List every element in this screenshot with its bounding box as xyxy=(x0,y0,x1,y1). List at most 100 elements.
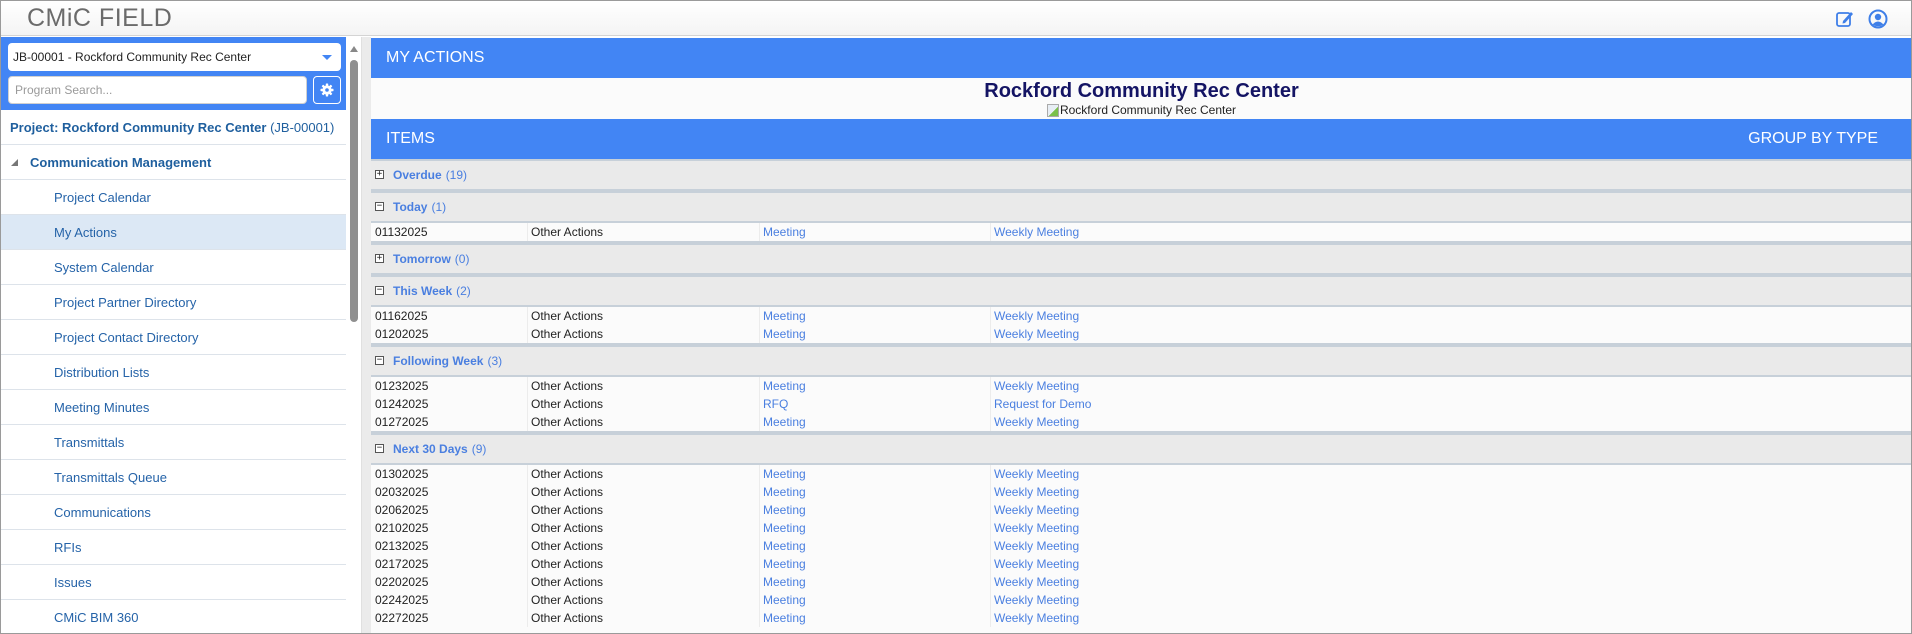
collapse-icon[interactable]: − xyxy=(375,356,384,365)
item-type-link[interactable]: Meeting xyxy=(759,325,991,343)
edit-note-icon[interactable] xyxy=(1835,9,1855,29)
group-label[interactable]: Overdue (19) xyxy=(393,161,467,189)
sidebar-item-my-actions[interactable]: My Actions xyxy=(1,215,346,250)
group-header-next-30-days[interactable]: − Next 30 Days (9) xyxy=(371,431,1911,463)
collapse-icon[interactable]: − xyxy=(375,202,384,211)
program-search-input[interactable] xyxy=(8,76,307,104)
scroll-up-arrow-icon[interactable] xyxy=(350,46,358,52)
group-header-following-week[interactable]: − Following Week (3) xyxy=(371,343,1911,375)
item-type-link[interactable]: Meeting xyxy=(759,519,991,537)
panel-splitter[interactable] xyxy=(361,37,371,633)
item-type-link[interactable]: Meeting xyxy=(759,377,991,395)
collapse-icon[interactable]: − xyxy=(375,444,384,453)
sidebar-item-project-partner-directory[interactable]: Project Partner Directory xyxy=(1,285,346,320)
due-date-cell: 02032025 xyxy=(375,485,429,499)
sidebar-item-project-contact-directory[interactable]: Project Contact Directory xyxy=(1,320,346,355)
item-type-link[interactable]: Meeting xyxy=(759,223,991,241)
expanded-triangle-icon xyxy=(11,159,18,166)
action-type-cell: Other Actions xyxy=(527,555,759,573)
sidebar-item-transmittals[interactable]: Transmittals xyxy=(1,425,346,460)
group-label-text: Next 30 Days xyxy=(393,442,468,456)
item-title-link[interactable]: Weekly Meeting xyxy=(990,223,1390,241)
search-settings-button[interactable] xyxy=(313,76,341,104)
sidebar-scrollbar[interactable] xyxy=(347,37,361,633)
item-title-link[interactable]: Weekly Meeting xyxy=(990,483,1390,501)
sidebar-item-system-calendar[interactable]: System Calendar xyxy=(1,250,346,285)
item-type-link[interactable]: Meeting xyxy=(759,609,991,627)
group-label[interactable]: Today (1) xyxy=(393,193,446,221)
item-type-link[interactable]: Meeting xyxy=(759,483,991,501)
group-header-today[interactable]: − Today (1) xyxy=(371,189,1911,221)
sidebar-item-issues[interactable]: Issues xyxy=(1,565,346,600)
group-label[interactable]: Next 30 Days (9) xyxy=(393,435,486,463)
project-select[interactable]: JB-00001 - Rockford Community Rec Center xyxy=(8,43,341,71)
action-type-cell: Other Actions xyxy=(527,501,759,519)
action-type-cell: Other Actions xyxy=(527,591,759,609)
table-row: 02132025 Other Actions Meeting Weekly Meeti… xyxy=(371,537,1911,555)
table-row: 02202025 Other Actions Meeting Weekly Meeti… xyxy=(371,573,1911,591)
actions-table: + Overdue (19) − Today (1) 01132025 Other Actio… xyxy=(371,159,1911,627)
item-type-link[interactable]: Meeting xyxy=(759,573,991,591)
item-type-link[interactable]: Meeting xyxy=(759,413,991,431)
item-type-link[interactable]: Meeting xyxy=(759,537,991,555)
group-label[interactable]: Following Week (3) xyxy=(393,347,502,375)
item-title-link[interactable]: Weekly Meeting xyxy=(990,519,1390,537)
table-row: 02242025 Other Actions Meeting Weekly Meeti… xyxy=(371,591,1911,609)
item-title-link[interactable]: Weekly Meeting xyxy=(990,591,1390,609)
item-title-link[interactable]: Request for Demo xyxy=(990,395,1390,413)
item-title-link[interactable]: Weekly Meeting xyxy=(990,501,1390,519)
project-title: Rockford Community Rec Center xyxy=(984,80,1299,102)
due-date-cell: 02202025 xyxy=(375,575,429,589)
item-title-link[interactable]: Weekly Meeting xyxy=(990,555,1390,573)
item-title-link[interactable]: Weekly Meeting xyxy=(990,537,1390,555)
group-by-type-button[interactable]: GROUP BY TYPE xyxy=(1748,119,1878,159)
group-label[interactable]: This Week (2) xyxy=(393,277,471,305)
item-title-link[interactable]: Weekly Meeting xyxy=(990,573,1390,591)
section-title: MY ACTIONS xyxy=(386,49,485,66)
item-type-link[interactable]: Meeting xyxy=(759,465,991,483)
expand-icon[interactable]: + xyxy=(375,254,384,263)
sidebar-item-cmic-bim-360[interactable]: CMiC BIM 360 xyxy=(1,600,346,633)
due-date-cell: 02062025 xyxy=(375,503,429,517)
item-title-link[interactable]: Weekly Meeting xyxy=(990,307,1390,325)
table-row: 01272025 Other Actions Meeting Weekly Meeti… xyxy=(371,413,1911,431)
item-title-link[interactable]: Weekly Meeting xyxy=(990,609,1390,627)
project-image-alt: Rockford Community Rec Center xyxy=(1059,103,1237,117)
group-header-overdue[interactable]: + Overdue (19) xyxy=(371,159,1911,189)
item-title-link[interactable]: Weekly Meeting xyxy=(990,325,1390,343)
group-label-text: Following Week xyxy=(393,354,484,368)
item-type-link[interactable]: Meeting xyxy=(759,591,991,609)
sidebar-header: JB-00001 - Rockford Community Rec Center xyxy=(1,37,346,110)
action-type-cell: Other Actions xyxy=(527,325,759,343)
due-date-cell: 02272025 xyxy=(375,611,429,625)
user-account-icon[interactable] xyxy=(1868,9,1888,29)
sidebar-group-communication-management[interactable]: Communication Management xyxy=(1,145,346,180)
item-title-link[interactable]: Weekly Meeting xyxy=(990,413,1390,431)
scrollbar-thumb[interactable] xyxy=(350,60,358,322)
sidebar-item-project-calendar[interactable]: Project Calendar xyxy=(1,180,346,215)
item-type-link[interactable]: Meeting xyxy=(759,501,991,519)
item-type-link[interactable]: Meeting xyxy=(759,307,991,325)
sidebar-item-meeting-minutes[interactable]: Meeting Minutes xyxy=(1,390,346,425)
group-label[interactable]: Tomorrow (0) xyxy=(393,245,469,273)
group-header-tomorrow[interactable]: + Tomorrow (0) xyxy=(371,241,1911,273)
project-heading[interactable]: Project: Rockford Community Rec Center (… xyxy=(1,110,346,145)
expand-icon[interactable]: + xyxy=(375,170,384,179)
item-type-link[interactable]: RFQ xyxy=(759,395,991,413)
sidebar-item-transmittals-queue[interactable]: Transmittals Queue xyxy=(1,460,346,495)
due-date-cell: 01272025 xyxy=(375,415,429,429)
group-count: (1) xyxy=(431,200,447,214)
gear-icon xyxy=(320,83,334,97)
sidebar-item-communications[interactable]: Communications xyxy=(1,495,346,530)
group-header-this-week[interactable]: − This Week (2) xyxy=(371,273,1911,305)
sidebar-item-rfis[interactable]: RFIs xyxy=(1,530,346,565)
collapse-icon[interactable]: − xyxy=(375,286,384,295)
item-title-link[interactable]: Weekly Meeting xyxy=(990,377,1390,395)
table-row: 01302025 Other Actions Meeting Weekly Meeti… xyxy=(371,465,1911,483)
sidebar-item-distribution-lists[interactable]: Distribution Lists xyxy=(1,355,346,390)
item-type-link[interactable]: Meeting xyxy=(759,555,991,573)
due-date-cell: 01132025 xyxy=(375,225,428,239)
table-row: 01162025 Other Actions Meeting Weekly Meeti… xyxy=(371,307,1911,325)
action-type-cell: Other Actions xyxy=(527,519,759,537)
item-title-link[interactable]: Weekly Meeting xyxy=(990,465,1390,483)
